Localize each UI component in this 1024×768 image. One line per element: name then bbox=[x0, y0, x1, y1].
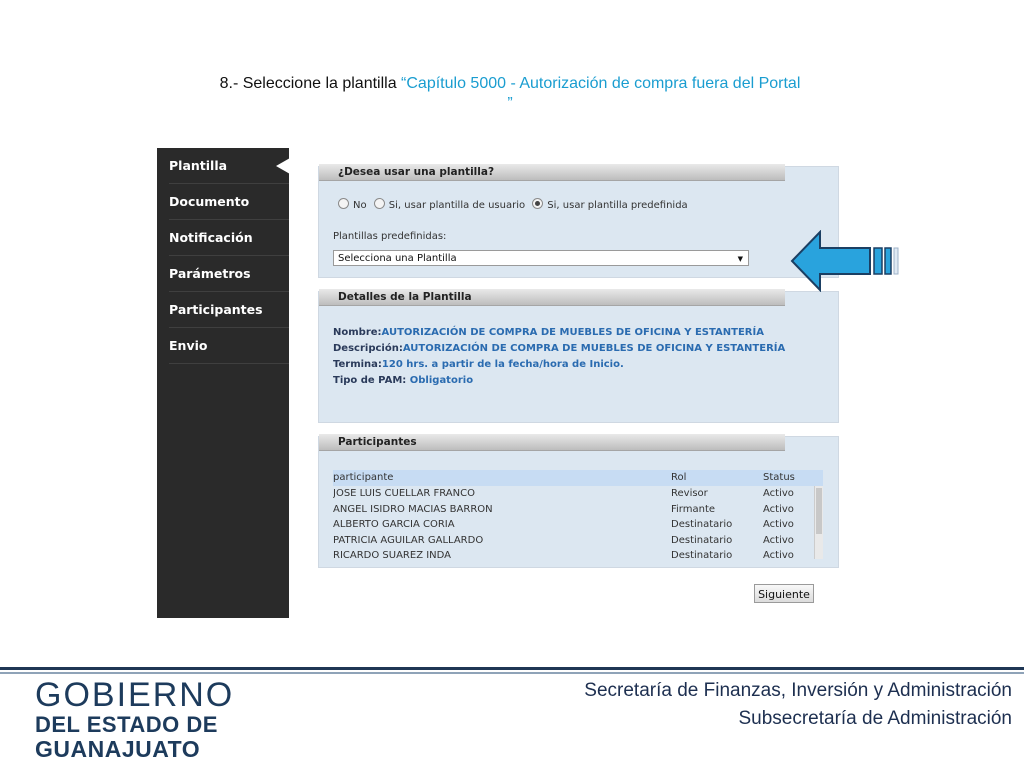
participants-table: participante Rol Status JOSE LUIS CUELLA… bbox=[333, 470, 823, 559]
table-row[interactable]: JOSE LUIS CUELLAR FRANCO Revisor Activo bbox=[333, 486, 823, 502]
template-choice-panel: ¿Desea usar una plantilla? No Si, usar p… bbox=[318, 164, 839, 278]
logo-guanajuato: GUANAJUATO bbox=[35, 736, 201, 762]
table-row[interactable]: ALBERTO GARCIA CORIA Destinatario Activo bbox=[333, 517, 823, 533]
title-prefix: 8.- Seleccione la plantilla bbox=[219, 75, 402, 92]
detail-value: 120 hrs. a partir de la fecha/hora de In… bbox=[381, 359, 624, 370]
cell-status: Activo bbox=[763, 550, 794, 559]
detail-tipo: Tipo de PAM: Obligatorio bbox=[333, 373, 785, 389]
title-highlight: “Capítulo 5000 - Autorización de compra … bbox=[401, 75, 801, 92]
detail-nombre: Nombre:AUTORIZACIÓN DE COMPRA DE MUEBLES… bbox=[333, 325, 785, 341]
slide-title: 8.- Seleccione la plantilla “Capítulo 50… bbox=[160, 74, 860, 114]
table-body: JOSE LUIS CUELLAR FRANCO Revisor Activo … bbox=[333, 486, 823, 559]
wizard-sidebar: Plantilla Documento Notificación Parámet… bbox=[157, 148, 290, 618]
column-header-participante[interactable]: participante bbox=[333, 470, 393, 486]
cell-status: Activo bbox=[763, 503, 794, 515]
cell-participante: JOSE LUIS CUELLAR FRANCO bbox=[333, 488, 475, 499]
footer-line-light bbox=[0, 672, 1024, 674]
cell-rol: Firmante bbox=[671, 503, 716, 515]
template-details-panel: Detalles de la Plantilla Nombre:AUTORIZA… bbox=[318, 289, 839, 423]
detail-value: AUTORIZACIÓN DE COMPRA DE MUEBLES DE OFI… bbox=[402, 343, 786, 354]
sidebar-item-documento[interactable]: Documento bbox=[169, 184, 289, 220]
sidebar-item-plantilla[interactable]: Plantilla bbox=[169, 148, 290, 184]
column-header-status[interactable]: Status bbox=[763, 470, 795, 486]
panel-header: Detalles de la Plantilla bbox=[319, 289, 785, 306]
sidebar-item-notificacion[interactable]: Notificación bbox=[169, 220, 289, 256]
pointer-arrow-icon bbox=[790, 230, 899, 292]
detail-descripcion: Descripción:AUTORIZACIÓN DE COMPRA DE MU… bbox=[333, 341, 785, 357]
cell-status: Activo bbox=[763, 534, 794, 546]
sidebar-item-label: Envio bbox=[169, 338, 208, 353]
select-value: Selecciona una Plantilla bbox=[338, 253, 457, 264]
table-row[interactable]: ANGEL ISIDRO MACIAS BARRON Firmante Acti… bbox=[333, 502, 823, 518]
detail-label: Termina: bbox=[333, 359, 382, 370]
table-row[interactable]: RICARDO SUAREZ INDA Destinatario Activo bbox=[333, 548, 823, 559]
logo-del-estado: DEL ESTADO DE bbox=[35, 712, 218, 737]
sidebar-item-participantes[interactable]: Participantes bbox=[169, 292, 289, 328]
sidebar-item-label: Documento bbox=[169, 194, 250, 209]
next-button[interactable]: Siguiente bbox=[754, 584, 814, 603]
cell-rol: Destinatario bbox=[671, 519, 733, 530]
title-close-quote: ” bbox=[507, 95, 513, 112]
sidebar-item-parametros[interactable]: Parámetros bbox=[169, 256, 289, 292]
radio-label: No bbox=[353, 200, 367, 211]
sidebar-item-label: Notificación bbox=[169, 230, 253, 245]
org-secretaria: Secretaría de Finanzas, Inversión y Admi… bbox=[584, 680, 1012, 701]
cell-participante: PATRICIA AGUILAR GALLARDO bbox=[333, 534, 484, 546]
cell-rol: Destinatario bbox=[671, 550, 733, 559]
template-radio-group: No Si, usar plantilla de usuario Si, usa… bbox=[338, 198, 692, 211]
scrollbar-thumb[interactable] bbox=[816, 488, 822, 534]
detail-termina: Termina:120 hrs. a partir de la fecha/ho… bbox=[333, 357, 785, 373]
table-row[interactable]: PATRICIA AGUILAR GALLARDO Destinatario A… bbox=[333, 533, 823, 549]
cell-rol: Destinatario bbox=[671, 534, 733, 546]
cell-status: Activo bbox=[763, 488, 794, 499]
table-header: participante Rol Status bbox=[333, 470, 823, 486]
detail-value: Obligatorio bbox=[409, 375, 474, 386]
footer-line-dark bbox=[0, 667, 1024, 670]
template-select[interactable]: Selecciona una Plantilla ▼ bbox=[333, 250, 749, 266]
sidebar-item-envio[interactable]: Envio bbox=[169, 328, 289, 364]
radio-user-template[interactable] bbox=[373, 198, 385, 209]
table-scrollbar[interactable] bbox=[814, 486, 823, 559]
detail-label: Nombre: bbox=[333, 327, 382, 338]
sidebar-item-label: Parámetros bbox=[169, 266, 251, 281]
radio-no[interactable] bbox=[338, 198, 349, 209]
cell-participante: ANGEL ISIDRO MACIAS BARRON bbox=[333, 503, 493, 515]
radio-label: Si, usar plantilla de usuario bbox=[388, 200, 526, 211]
column-header-rol[interactable]: Rol bbox=[671, 470, 686, 486]
detail-value: AUTORIZACIÓN DE COMPRA DE MUEBLES DE OFI… bbox=[381, 327, 764, 338]
detail-label: Tipo de PAM: bbox=[333, 375, 410, 386]
radio-label: Si, usar plantilla predefinida bbox=[547, 200, 688, 211]
cell-participante: ALBERTO GARCIA CORIA bbox=[333, 519, 455, 530]
sidebar-item-label: Plantilla bbox=[169, 158, 228, 173]
chevron-down-icon: ▼ bbox=[737, 255, 743, 263]
cell-rol: Revisor bbox=[671, 488, 708, 499]
details-list: Nombre:AUTORIZACIÓN DE COMPRA DE MUEBLES… bbox=[333, 325, 785, 389]
panel-header: Participantes bbox=[319, 434, 785, 451]
logo-gobierno: GOBIERNO bbox=[35, 676, 235, 714]
predefined-label: Plantillas predefinidas: bbox=[333, 231, 447, 242]
detail-label: Descripción: bbox=[333, 343, 403, 354]
participants-panel: Participantes participante Rol Status JO… bbox=[318, 434, 839, 568]
cell-status: Activo bbox=[763, 519, 794, 530]
cell-participante: RICARDO SUAREZ INDA bbox=[333, 550, 452, 559]
panel-header: ¿Desea usar una plantilla? bbox=[319, 164, 785, 181]
radio-predefined-template[interactable] bbox=[532, 198, 544, 209]
sidebar-item-label: Participantes bbox=[169, 302, 263, 317]
org-subsecretaria: Subsecretaría de Administración bbox=[738, 708, 1012, 729]
